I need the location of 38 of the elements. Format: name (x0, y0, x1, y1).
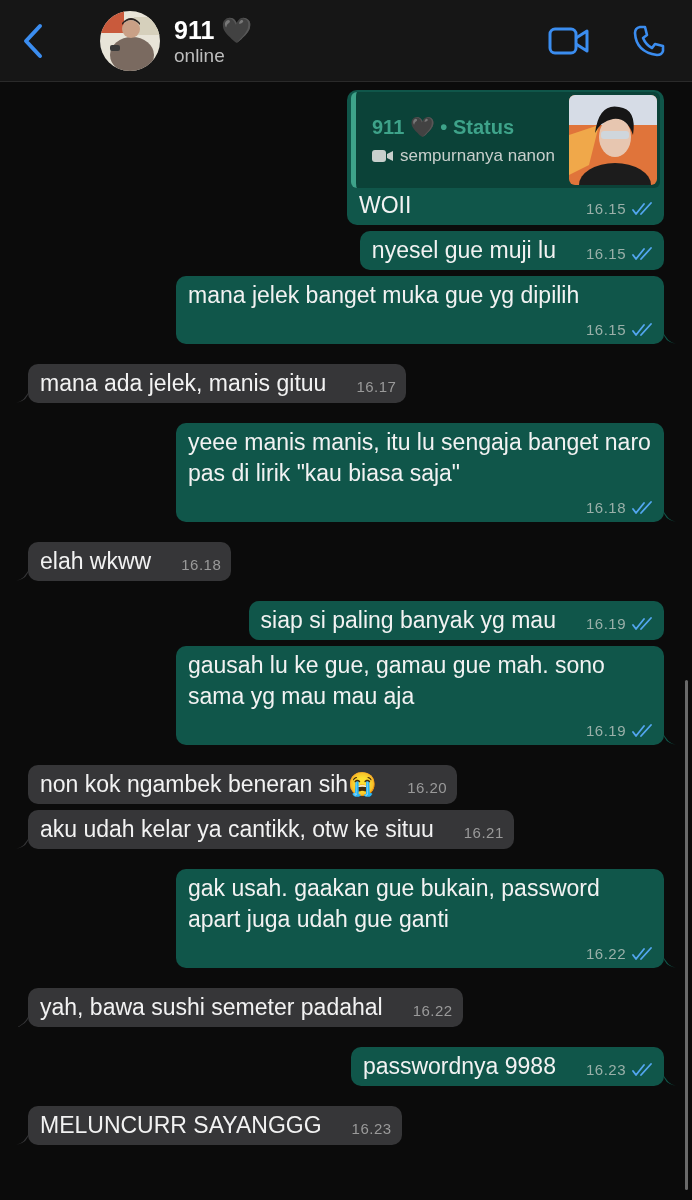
message-text: gak usah. gaakan gue bukain, password apart juga udah gue ganti (188, 874, 601, 934)
message-text: yeee manis manis, itu lu sengaja banget naro pas di lirik "kau biasa saja" (188, 428, 652, 488)
message-time: 16.23 (351, 1119, 392, 1139)
phone-icon[interactable] (632, 23, 666, 58)
scrollbar[interactable] (685, 680, 688, 1190)
contact-name[interactable]: 911 🖤 (174, 14, 548, 45)
message-time: 16.22 (412, 1001, 453, 1021)
message-text: gausah lu ke gue, gamau gue mah. sono sama yg mau mau aja (188, 651, 606, 711)
message-text: yah, bawa sushi semeter padahal (40, 993, 383, 1022)
message-time: 16.17 (356, 377, 397, 397)
message-time: 16.19 (585, 721, 626, 741)
message-text: nyesel gue muji lu (371, 236, 556, 265)
message-time: 16.23 (585, 1060, 626, 1080)
message-time: 16.18 (181, 555, 222, 575)
message-time: 16.15 (585, 320, 626, 340)
message-text: MELUNCURR SAYANGGG (40, 1111, 322, 1140)
video-call-icon[interactable] (548, 26, 590, 55)
message-text: mana ada jelek, manis gituu (40, 369, 327, 398)
contact-status: online (174, 44, 226, 67)
quote-title: 911 🖤 • Status (372, 115, 516, 140)
message-text: passwordnya 9988 (362, 1052, 556, 1081)
quoted-status[interactable]: 911 🖤 • Status sempurnanya nanon (351, 92, 660, 188)
quote-text: sempurnanya nanon (400, 145, 555, 167)
message-text: non kok ngambek beneran sih😭 (40, 770, 378, 799)
message-time: 16.19 (585, 614, 626, 634)
message-text: mana jelek banget muka gue yg dipilih (188, 281, 580, 310)
message-text: siap si paling banyak yg mau (260, 606, 556, 635)
message-text: elah wkww (40, 547, 152, 576)
message-time: 16.22 (585, 944, 626, 964)
message-time: 16.15 (585, 199, 626, 219)
video-icon (372, 149, 394, 163)
message-text: aku udah kelar ya cantikk, otw ke situu (40, 815, 434, 844)
message-time: 16.18 (585, 498, 626, 518)
message-time: 16.20 (407, 778, 448, 798)
back-icon[interactable] (22, 22, 44, 59)
message-text: WOII (359, 191, 412, 220)
message-time: 16.21 (463, 823, 504, 843)
message-time: 16.15 (585, 244, 626, 264)
